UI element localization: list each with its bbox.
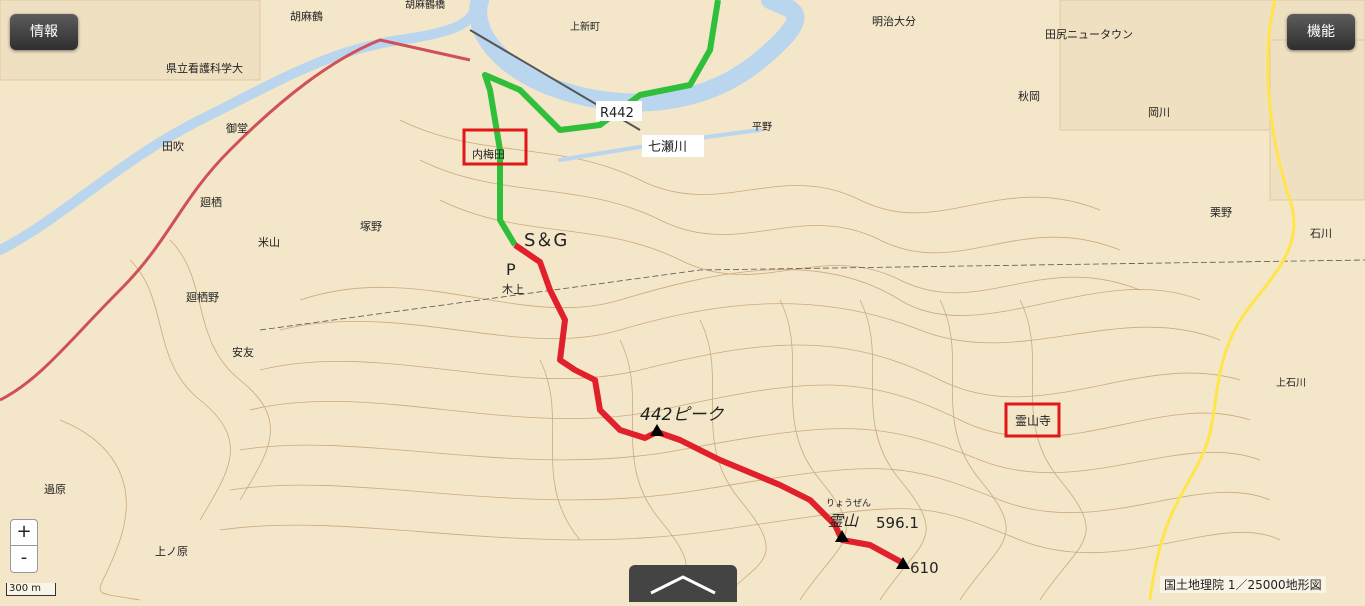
place-kamiishikawa: 上石川 bbox=[1276, 377, 1306, 389]
place-kijo: 木上 bbox=[502, 283, 524, 296]
zoom-in-button[interactable]: + bbox=[10, 519, 38, 547]
place-reizan: 霊山 bbox=[828, 512, 859, 530]
label-r442: R442 bbox=[600, 106, 634, 121]
label-parking: P bbox=[506, 260, 516, 279]
place-bridge: 胡麻鶴橋 bbox=[405, 0, 445, 11]
place-tsukano: 塚野 bbox=[360, 220, 382, 233]
chevron-up-icon bbox=[650, 575, 716, 595]
bottom-panel-tab[interactable] bbox=[629, 565, 737, 602]
place-sasuisuno: 廻栖野 bbox=[186, 290, 219, 304]
place-ishikawa: 石川 bbox=[1310, 227, 1332, 240]
place-anyu: 安友 bbox=[232, 345, 254, 359]
place-okagawa: 岡川 bbox=[1148, 106, 1170, 119]
label-610: 610 bbox=[910, 559, 939, 577]
place-komeyama: 米山 bbox=[258, 236, 280, 249]
label-river: 七瀬川 bbox=[648, 140, 687, 155]
place-sasuisu: 廻栖 bbox=[200, 195, 222, 209]
label-start-goal: S＆G bbox=[524, 230, 567, 251]
topographic-map[interactable]: 内梅田 霊山寺 S＆G P 442ピーク 596.1 610 R442 七瀬川 … bbox=[0, 0, 1365, 602]
place-tabuki: 田吹 bbox=[162, 140, 184, 153]
attribution: 国土地理院 1／25000地形図 bbox=[1160, 576, 1326, 593]
place-danchi: 田尻ニュータウン bbox=[1045, 28, 1133, 41]
label-reizanji: 霊山寺 bbox=[1015, 414, 1051, 428]
place-koma: 胡麻鶴 bbox=[290, 9, 323, 23]
info-button[interactable]: 情報 bbox=[10, 14, 78, 50]
label-442-peak: 442ピーク bbox=[640, 405, 724, 425]
place-hirano: 平野 bbox=[752, 121, 772, 133]
zoom-out-button[interactable]: - bbox=[10, 545, 38, 573]
place-kabara: 過原 bbox=[44, 483, 66, 496]
place-akioka: 秋岡 bbox=[1018, 89, 1040, 103]
label-uchinowata: 内梅田 bbox=[472, 147, 505, 161]
place-mitsu: 御堂 bbox=[226, 121, 248, 135]
scale-bar: 300 m bbox=[6, 583, 56, 596]
place-meiji: 明治大分 bbox=[872, 14, 916, 28]
label-summit-elev: 596.1 bbox=[876, 514, 919, 532]
place-hospital: 県立看護科学大 bbox=[166, 61, 243, 75]
function-button[interactable]: 機能 bbox=[1287, 14, 1355, 50]
place-kamishin: 上新町 bbox=[570, 20, 600, 33]
place-kurino: 栗野 bbox=[1210, 206, 1232, 219]
place-reizan-kana: りょうぜん bbox=[826, 498, 871, 509]
place-kamihara: 上ノ原 bbox=[155, 545, 188, 558]
